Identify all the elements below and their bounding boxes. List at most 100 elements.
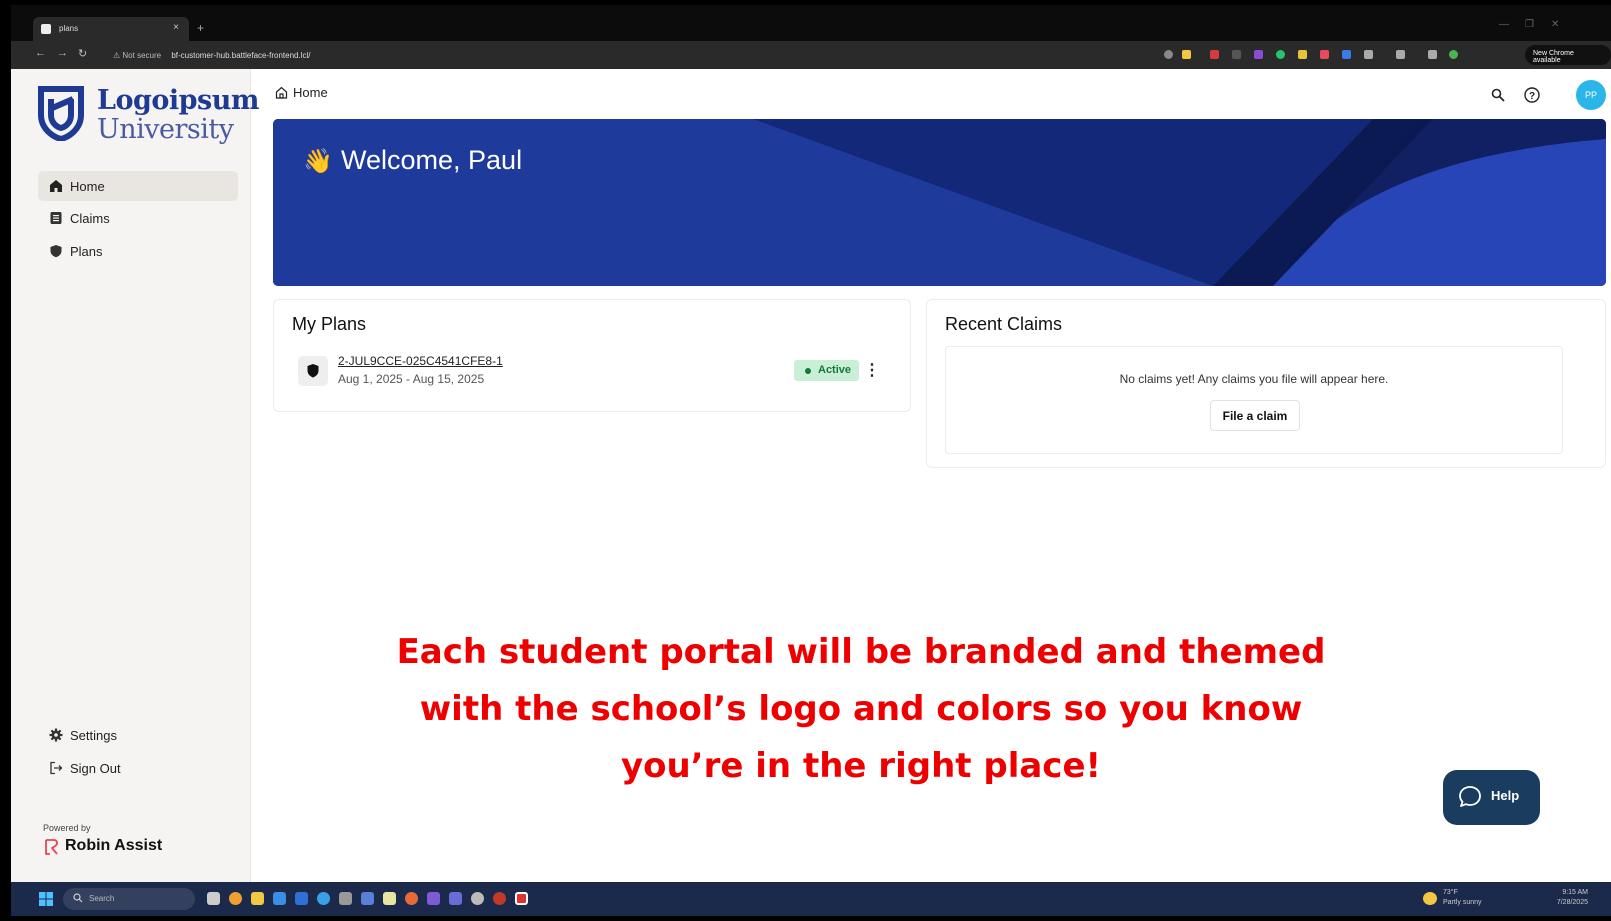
breadcrumb-label: Home: [293, 85, 328, 100]
profile-icon[interactable]: [1449, 50, 1458, 59]
active-app-icon[interactable]: [515, 892, 528, 905]
notepad-icon[interactable]: [383, 892, 396, 905]
app-icon[interactable]: [427, 892, 440, 905]
url-bar[interactable]: ⚠ Not secure bf-customer-hub.battleface-…: [103, 45, 1203, 65]
weather-text: Partly sunny: [1443, 899, 1482, 906]
browser-tab[interactable]: plans ×: [33, 17, 189, 41]
file-a-claim-button[interactable]: File a claim: [1210, 400, 1300, 431]
extension-icon[interactable]: [1342, 50, 1351, 59]
download-icon[interactable]: [1428, 50, 1437, 59]
status-badge-label: Active: [818, 364, 852, 376]
search-icon: [73, 893, 83, 903]
new-chrome-available-button[interactable]: New Chrome available: [1525, 45, 1611, 65]
back-icon[interactable]: ←: [35, 47, 46, 59]
sidebar-item-home[interactable]: Home: [38, 171, 238, 201]
promo-line-2: with the school’s logo and colors so you…: [419, 689, 1303, 729]
claims-empty-state: No claims yet! Any claims you file will …: [945, 346, 1563, 454]
university-logo[interactable]: Logoipsum University: [37, 85, 259, 145]
extension-icon[interactable]: [1254, 50, 1263, 59]
avatar[interactable]: PP: [1576, 80, 1606, 110]
extension-icon[interactable]: [1210, 50, 1219, 59]
clock-date: 7/28/2025: [1556, 899, 1588, 906]
taskbar: Search 73°F Partly sunny 9:15 AM 7/28/20…: [11, 882, 1611, 916]
browser-tab-bar: plans × + — ❐ ✕: [11, 5, 1611, 41]
extension-icon[interactable]: [1298, 50, 1307, 59]
app-window: Logoipsum University Home Claims Plans S…: [11, 69, 1611, 882]
extension-icon[interactable]: [1276, 50, 1285, 59]
robin-logo-icon: [45, 839, 58, 855]
app-icon[interactable]: [493, 892, 506, 905]
powered-by-label: Powered by: [43, 823, 91, 833]
reload-icon[interactable]: ↻: [78, 47, 87, 60]
sidebar-item-sign-out[interactable]: Sign Out: [38, 753, 238, 783]
home-icon: [50, 180, 62, 192]
extension-icon[interactable]: [1320, 50, 1329, 59]
tab-close-icon[interactable]: ×: [173, 22, 179, 33]
sidebar-item-settings[interactable]: Settings: [38, 720, 238, 750]
teams-icon[interactable]: [449, 892, 462, 905]
home-outline-icon: [275, 86, 288, 99]
favicon-icon: [41, 24, 51, 34]
chat-bubble-icon: [1459, 786, 1481, 807]
my-plans-card: My Plans 2-JUL9CCE-025C4541CFE8-1 Aug 1,…: [273, 299, 911, 412]
clock-time: 9:15 AM: [1562, 889, 1588, 896]
new-tab-button[interactable]: +: [197, 21, 204, 35]
address-bar-row: ← → ↻ ⚠ Not secure bf-customer-hub.battl…: [11, 41, 1611, 69]
plan-id-link[interactable]: 2-JUL9CCE-025C4541CFE8-1: [338, 354, 503, 368]
plan-dates: Aug 1, 2025 - Aug 15, 2025: [338, 372, 485, 386]
taskbar-search[interactable]: Search: [63, 888, 195, 910]
claims-empty-text: No claims yet! Any claims you file will …: [1119, 372, 1389, 386]
extension-icon[interactable]: [1232, 50, 1241, 59]
breadcrumb[interactable]: Home: [275, 85, 328, 100]
my-plans-title: My Plans: [292, 314, 367, 334]
sidebar: Logoipsum University Home Claims Plans S…: [11, 69, 259, 882]
shield-logo-icon: [38, 86, 84, 141]
sidebar-item-label: Home: [70, 179, 105, 194]
gear-icon: [49, 728, 63, 742]
sidebar-item-label: Sign Out: [70, 761, 121, 776]
bookmark-star-icon[interactable]: [1182, 50, 1191, 59]
promo-line-1: Each student portal will be branded and …: [396, 632, 1326, 672]
restore-icon[interactable]: ❐: [1525, 19, 1534, 30]
vscode-icon[interactable]: [273, 892, 286, 905]
help-circle-icon[interactable]: ?: [1524, 87, 1540, 103]
file-explorer-icon[interactable]: [251, 892, 264, 905]
chrome-icon[interactable]: [229, 892, 242, 905]
weather-widget[interactable]: 73°F Partly sunny: [1443, 888, 1482, 908]
edge-icon[interactable]: [317, 892, 330, 905]
plan-item-icon: [298, 356, 328, 386]
search-icon[interactable]: [1491, 88, 1505, 102]
robin-assist-label: Robin Assist: [65, 837, 163, 854]
app-icon[interactable]: [361, 892, 374, 905]
terminal-icon[interactable]: [339, 892, 352, 905]
minimize-icon[interactable]: —: [1499, 19, 1509, 30]
cast-icon[interactable]: [1396, 50, 1405, 59]
app-icon[interactable]: [405, 892, 418, 905]
windows-start-icon[interactable]: [39, 892, 53, 906]
sidebar-item-label: Settings: [70, 728, 117, 743]
url-text: bf-customer-hub.battleface-frontend.lcl/: [171, 51, 311, 60]
sidebar-item-plans[interactable]: Plans: [38, 236, 238, 266]
plan-more-options-icon[interactable]: ⋮: [864, 360, 880, 380]
app-icon[interactable]: [471, 892, 484, 905]
robin-assist-brand: Robin Assist: [43, 837, 162, 855]
promo-overlay-text: Each student portal will be branded and …: [331, 624, 1391, 795]
extensions-puzzle-icon[interactable]: [1364, 50, 1373, 59]
help-chat-button[interactable]: Help: [1443, 770, 1540, 825]
promo-line-3: you’re in the right place!: [620, 746, 1102, 786]
weather-icon[interactable]: [1423, 892, 1437, 905]
clock[interactable]: 9:15 AM 7/28/2025: [1532, 888, 1588, 908]
sidebar-item-label: Plans: [70, 244, 103, 259]
sidebar-item-label: Claims: [70, 211, 110, 226]
zoom-icon[interactable]: [1164, 50, 1173, 59]
shield-icon: [307, 364, 319, 378]
task-view-icon[interactable]: [207, 892, 220, 905]
recent-claims-card: Recent Claims No claims yet! Any claims …: [926, 299, 1606, 468]
taskbar-search-label: Search: [89, 894, 115, 903]
sidebar-item-claims[interactable]: Claims: [38, 203, 238, 233]
window-close-icon[interactable]: ✕: [1551, 19, 1559, 30]
not-secure-label[interactable]: ⚠ Not secure: [113, 51, 161, 60]
outlook-icon[interactable]: [295, 892, 308, 905]
logo-line2: University: [97, 114, 234, 145]
forward-icon[interactable]: →: [57, 47, 68, 59]
